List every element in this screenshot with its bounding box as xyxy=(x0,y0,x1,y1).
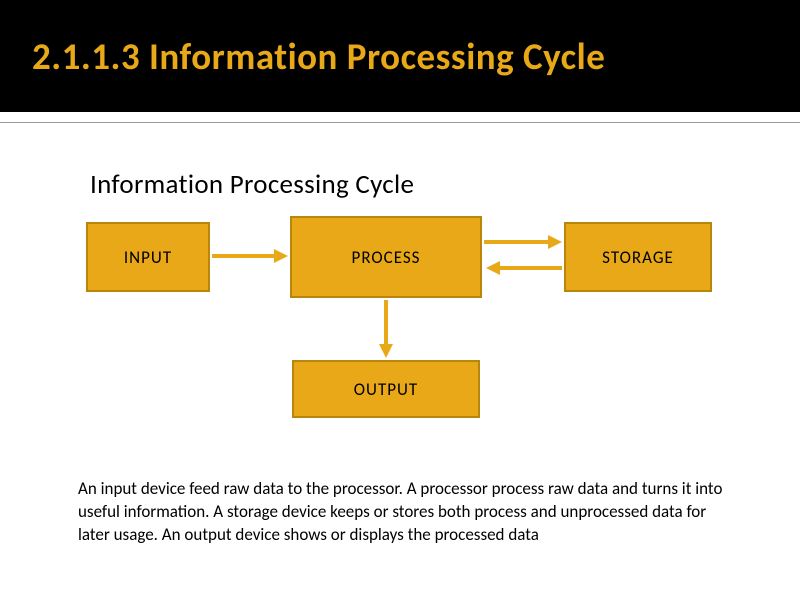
arrow-process-storage xyxy=(484,240,550,244)
node-input: INPUT xyxy=(86,222,210,292)
slide-subtitle: Information Processing Cycle xyxy=(90,168,414,201)
arrow-head-icon xyxy=(486,261,500,275)
title-divider xyxy=(0,122,800,123)
arrow-head-icon xyxy=(274,249,288,263)
node-storage: STORAGE xyxy=(564,222,712,292)
title-bar: 2.1.1.3 Information Processing Cycle xyxy=(0,0,800,112)
node-output-label: OUTPUT xyxy=(354,379,418,400)
arrow-input-process xyxy=(212,254,276,258)
node-process: PROCESS xyxy=(290,216,482,298)
arrow-head-icon xyxy=(379,344,393,358)
slide-title: 2.1.1.3 Information Processing Cycle xyxy=(32,34,605,79)
arrow-storage-process xyxy=(498,266,562,270)
slide-description: An input device feed raw data to the pro… xyxy=(78,478,728,547)
arrow-process-output xyxy=(384,300,388,346)
node-process-label: PROCESS xyxy=(352,247,421,268)
node-output: OUTPUT xyxy=(292,360,480,418)
node-input-label: INPUT xyxy=(124,247,172,268)
node-storage-label: STORAGE xyxy=(602,247,674,268)
processing-cycle-diagram: INPUT PROCESS STORAGE OUTPUT xyxy=(0,210,800,440)
arrow-head-icon xyxy=(548,235,562,249)
